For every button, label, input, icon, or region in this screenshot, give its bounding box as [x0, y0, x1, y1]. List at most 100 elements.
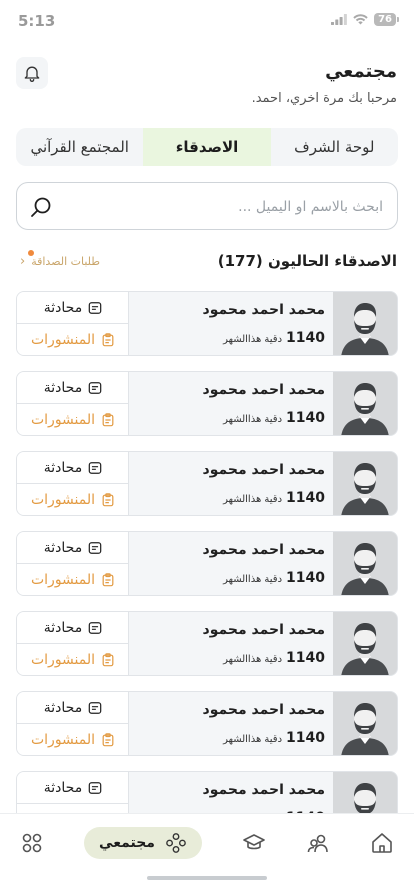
graduation-cap-icon	[243, 834, 265, 850]
nav-home[interactable]	[366, 830, 398, 856]
posts-button[interactable]: المنشورات	[17, 484, 129, 515]
tab-friends[interactable]: الاصدقاء	[143, 128, 271, 166]
user-avatar-icon	[333, 372, 397, 435]
avatar[interactable]	[333, 532, 397, 595]
status-bar: 5:13 76	[0, 0, 414, 42]
status-time: 5:13	[18, 12, 56, 30]
chat-label: محادثة	[43, 539, 83, 556]
page-title: مجتمعي	[325, 61, 397, 82]
chevron-left-icon: ‹	[20, 254, 26, 269]
minutes-label: دقية هذاالشهر	[223, 574, 283, 585]
chat-icon	[88, 301, 102, 314]
friend-actions: محادثة المنشورات	[17, 452, 129, 515]
minutes-this-month: 1140 دقية هذاالشهر	[223, 650, 325, 666]
minutes-value: 1140	[286, 490, 325, 506]
chat-button[interactable]: محادثة	[17, 612, 129, 644]
bell-icon	[24, 66, 40, 82]
friend-requests-label: طلبات الصداقة	[31, 255, 101, 268]
friend-name: محمد احمد محمود	[202, 382, 325, 398]
minutes-value: 1140	[286, 650, 325, 666]
friends-list: محمد احمد محمود 1140 دقية هذاالشهر محادث…	[16, 291, 398, 813]
chat-button[interactable]: محادثة	[17, 452, 129, 484]
friend-card: محمد احمد محمود 1140 دقية هذاالشهر محادث…	[16, 291, 398, 356]
chat-icon	[88, 541, 102, 554]
search-icon[interactable]	[29, 195, 53, 219]
minutes-value: 1140	[286, 730, 325, 746]
chat-label: محادثة	[43, 699, 83, 716]
posts-label: المنشورات	[30, 332, 96, 348]
tab-quran-community[interactable]: المجتمع القرآني	[16, 128, 143, 166]
minutes-value: 1140	[286, 570, 325, 586]
friend-requests-link[interactable]: طلبات الصداقة ‹	[20, 250, 101, 269]
posts-label: المنشورات	[30, 412, 96, 428]
chat-button[interactable]: محادثة	[17, 772, 129, 804]
avatar[interactable]	[333, 452, 397, 515]
posts-label: المنشورات	[30, 652, 96, 668]
avatar[interactable]	[333, 612, 397, 675]
clipboard-icon	[102, 573, 114, 587]
friend-card: محمد احمد محمود 1140 دقية هذاالشهر محادث…	[16, 771, 398, 813]
user-avatar-icon	[333, 772, 397, 813]
chat-icon	[88, 621, 102, 634]
friend-actions: محادثة المنشورات	[17, 692, 129, 755]
minutes-value: 1140	[286, 410, 325, 426]
user-avatar-icon	[333, 532, 397, 595]
status-icons: 76	[331, 13, 399, 26]
search-input[interactable]	[67, 195, 383, 219]
chat-label: محادثة	[43, 619, 83, 636]
nav-courses[interactable]	[238, 830, 270, 856]
friend-card: محمد احمد محمود 1140 دقية هذاالشهر محادث…	[16, 531, 398, 596]
clipboard-icon	[102, 653, 114, 667]
posts-button[interactable]: المنشورات	[17, 564, 129, 595]
tab-honor-board[interactable]: لوحة الشرف	[271, 128, 398, 166]
nav-apps[interactable]	[16, 830, 48, 856]
clipboard-icon	[102, 493, 114, 507]
posts-label: المنشورات	[30, 492, 96, 508]
chat-button[interactable]: محادثة	[17, 292, 129, 324]
wifi-icon	[353, 14, 368, 25]
community-icon	[166, 833, 186, 853]
avatar[interactable]	[333, 692, 397, 755]
avatar[interactable]	[333, 372, 397, 435]
clipboard-icon	[102, 413, 114, 427]
current-friends-title: الاصدقاء الحاليون (177)	[217, 252, 397, 270]
chat-label: محادثة	[43, 379, 83, 396]
signal-icon	[331, 14, 347, 25]
friend-actions: محادثة المنشورات	[17, 292, 129, 355]
posts-button[interactable]: المنشورات	[17, 644, 129, 675]
notifications-button[interactable]	[16, 57, 48, 89]
nav-community[interactable]: مجتمعي	[84, 827, 202, 859]
apps-grid-icon	[22, 833, 42, 853]
friend-actions: محادثة المنشورات	[17, 772, 129, 813]
chat-icon	[88, 461, 102, 474]
friend-actions: محادثة المنشورات	[17, 612, 129, 675]
posts-button[interactable]: المنشورات	[17, 724, 129, 755]
minutes-label: دقية هذاالشهر	[223, 414, 283, 425]
minutes-label: دقية هذاالشهر	[223, 734, 283, 745]
minutes-value: 1140	[286, 330, 325, 346]
posts-button[interactable]: المنشورات	[17, 804, 129, 813]
chat-button[interactable]: محادثة	[17, 372, 129, 404]
minutes-this-month: 1140 دقية هذاالشهر	[223, 490, 325, 506]
nav-friends[interactable]	[302, 830, 334, 856]
home-icon	[372, 833, 392, 853]
posts-button[interactable]: المنشورات	[17, 324, 129, 355]
chat-icon	[88, 381, 102, 394]
chat-button[interactable]: محادثة	[17, 532, 129, 564]
search-box	[16, 182, 398, 230]
battery-indicator: 76	[374, 13, 399, 26]
minutes-label: دقية هذاالشهر	[223, 334, 283, 345]
minutes-this-month: 1140 دقية هذاالشهر	[223, 570, 325, 586]
avatar[interactable]	[333, 772, 397, 813]
chat-button[interactable]: محادثة	[17, 692, 129, 724]
avatar[interactable]	[333, 292, 397, 355]
friend-actions: محادثة المنشورات	[17, 532, 129, 595]
friend-card: محمد احمد محمود 1140 دقية هذاالشهر محادث…	[16, 451, 398, 516]
friend-card: محمد احمد محمود 1140 دقية هذاالشهر محادث…	[16, 691, 398, 756]
friend-card: محمد احمد محمود 1140 دقية هذاالشهر محادث…	[16, 611, 398, 676]
user-avatar-icon	[333, 692, 397, 755]
posts-button[interactable]: المنشورات	[17, 404, 129, 435]
minutes-this-month: 1140 دقية هذاالشهر	[223, 730, 325, 746]
clipboard-icon	[102, 733, 114, 747]
chat-icon	[88, 701, 102, 714]
